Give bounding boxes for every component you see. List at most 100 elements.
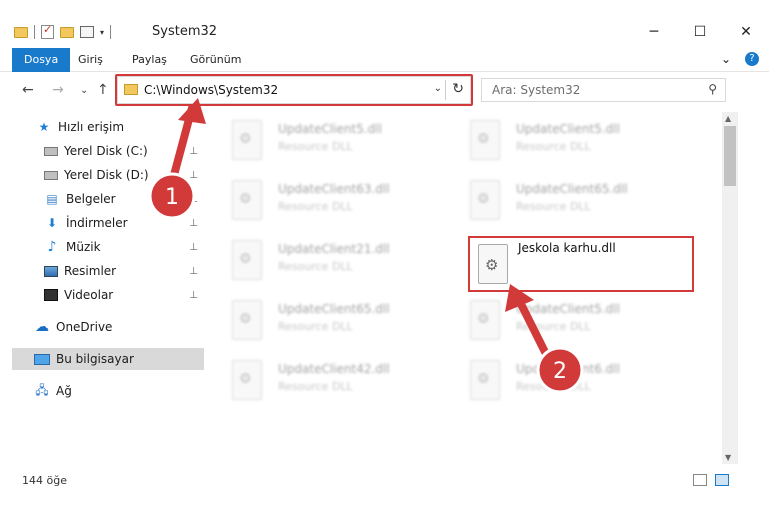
file-name: UpdateClient5.dll [516,302,620,316]
scroll-down-icon[interactable]: ▼ [725,453,731,462]
scroll-up-icon[interactable]: ▲ [725,114,731,123]
navigation-pane: ★ Hızlı erişim Yerel Disk (C:) ⊥ Yerel D… [0,112,206,464]
sidebar-item-label: Videolar [64,288,114,302]
search-input[interactable]: Ara: System32 ⚲ [481,78,726,102]
dll-file-icon [470,300,500,340]
sidebar-item-music[interactable]: ♪ Müzik ⊥ [0,236,204,258]
sidebar-item-pictures[interactable]: Resimler ⊥ [0,260,204,282]
file-name: UpdateClient63.dll [278,182,390,196]
pin-icon[interactable]: ⊥ [189,242,198,253]
maximize-button[interactable]: ☐ [677,18,723,46]
pin-icon[interactable]: ⊥ [189,290,198,301]
music-icon: ♪ [47,239,57,255]
dll-file-icon [232,180,262,220]
computer-icon [34,353,50,365]
dll-file-icon [470,180,500,220]
details-view-icon[interactable] [693,474,707,486]
sidebar-item-disk-c[interactable]: Yerel Disk (C:) ⊥ [0,140,204,162]
properties-check-icon[interactable] [41,23,54,39]
help-icon[interactable]: ? [745,52,759,66]
customize-toolbar-icon[interactable]: ▾ [100,28,104,37]
file-type: Resource DLL [278,380,353,393]
toolbar-divider [110,25,112,39]
dll-file-icon [232,360,262,400]
toolbar-divider [34,25,35,39]
sidebar-item-label: Ağ [56,384,72,398]
dll-file-icon [232,300,262,340]
file-name: UpdateClient65.dll [516,182,628,196]
list-item[interactable]: UpdateClient5.dll Resource DLL [444,296,664,346]
properties-icon[interactable] [80,26,94,38]
dll-file-icon [232,120,262,160]
sidebar-item-onedrive[interactable]: ☁ OneDrive [0,316,204,338]
tab-file[interactable]: Dosya [12,48,71,72]
list-item[interactable]: UpdateClient21.dll Resource DLL [206,236,426,286]
dll-file-icon [470,360,500,400]
file-type: Resource DLL [278,200,353,213]
ribbon: Dosya Giriş Paylaş Görünüm ⌄ ? [0,46,769,72]
file-type: Resource DLL [516,320,591,333]
sidebar-item-label: Yerel Disk (C:) [64,144,148,158]
recent-locations-button[interactable]: ⌄ [80,85,88,96]
file-type: Resource DLL [278,320,353,333]
dll-file-icon [232,240,262,280]
sidebar-item-videos[interactable]: Videolar ⊥ [0,284,204,306]
new-folder-icon[interactable] [60,26,74,38]
pin-icon[interactable]: ⊥ [189,266,198,277]
file-name: UpdateClient21.dll [278,242,390,256]
file-type: Resource DLL [516,200,591,213]
up-button[interactable]: ↑ [97,82,109,98]
close-button[interactable]: ✕ [723,18,769,46]
file-name: UpdateClient6.dll [516,362,620,376]
video-icon [44,289,58,301]
minimize-button[interactable]: ─ [631,18,677,46]
list-item[interactable]: UpdateClient63.dll Resource DLL [206,176,426,226]
large-icons-view-icon[interactable] [715,474,729,486]
sidebar-item-label: Yerel Disk (D:) [64,168,149,182]
sidebar-item-documents[interactable]: ▤ Belgeler ⊥ [0,188,204,210]
sidebar-item-label: İndirmeler [66,216,128,230]
sidebar-item-label: Müzik [66,240,101,254]
pin-icon[interactable]: ⊥ [189,194,198,205]
back-button[interactable]: ← [22,82,34,98]
list-item[interactable]: UpdateClient65.dll Resource DLL [206,296,426,346]
address-highlight-box [115,74,473,106]
sidebar-item-label: OneDrive [56,320,113,334]
list-item[interactable]: UpdateClient65.dll Resource DLL [444,176,664,226]
vertical-scrollbar[interactable]: ▲ ▼ [722,112,738,464]
file-name: UpdateClient5.dll [278,122,382,136]
file-type: Resource DLL [278,260,353,273]
sidebar-item-label: Bu bilgisayar [56,352,134,366]
list-item[interactable]: UpdateClient6.dll Resource DLL [444,356,664,406]
sidebar-item-disk-d[interactable]: Yerel Disk (D:) ⊥ [0,164,204,186]
window-title: System32 [152,24,218,39]
sidebar-item-downloads[interactable]: ⬇ İndirmeler ⊥ [0,212,204,234]
file-name: Jeskola karhu.dll [518,241,616,255]
sidebar-item-network[interactable]: 🖧 Ağ [0,380,204,402]
expand-ribbon-icon[interactable]: ⌄ [721,52,731,66]
pin-icon[interactable]: ⊥ [189,146,198,157]
file-name: UpdateClient42.dll [278,362,390,376]
cloud-icon: ☁ [35,319,49,335]
sidebar-item-quick-access[interactable]: ★ Hızlı erişim [0,116,204,138]
tab-home[interactable]: Giriş [66,48,115,72]
forward-button[interactable]: → [52,82,64,98]
file-list: UpdateClient5.dll Resource DLL UpdateCli… [206,112,722,464]
disk-icon [44,170,58,180]
download-icon: ⬇ [46,216,58,230]
list-item[interactable]: UpdateClient5.dll Resource DLL [444,116,664,166]
list-item[interactable]: UpdateClient5.dll Resource DLL [206,116,426,166]
sidebar-item-this-pc[interactable]: Bu bilgisayar [12,348,204,370]
search-icon[interactable]: ⚲ [708,82,717,96]
target-file-item[interactable]: Jeskola karhu.dll [468,236,694,292]
pin-icon[interactable]: ⊥ [189,218,198,229]
pin-icon[interactable]: ⊥ [189,170,198,181]
tab-share[interactable]: Paylaş [120,48,179,72]
list-item[interactable]: UpdateClient42.dll Resource DLL [206,356,426,406]
picture-icon [44,265,58,277]
star-icon: ★ [38,120,50,134]
sidebar-item-label: Hızlı erişim [58,120,125,134]
search-placeholder: Ara: System32 [492,83,581,97]
scroll-thumb[interactable] [724,126,736,186]
tab-view[interactable]: Görünüm [178,48,253,72]
